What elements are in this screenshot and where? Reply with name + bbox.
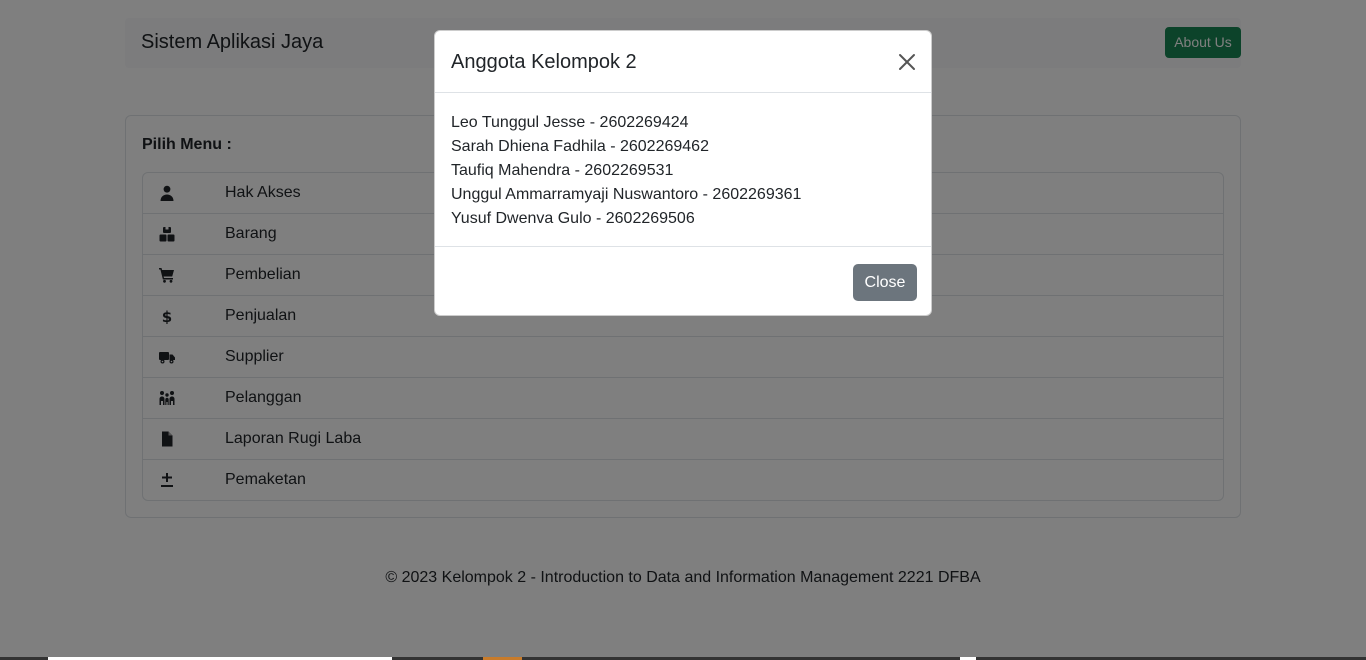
member-row: Sarah Dhiena Fadhila - 2602269462 (451, 138, 709, 155)
member-row: Leo Tunggul Jesse - 2602269424 (451, 114, 689, 131)
modal-header: Anggota Kelompok 2 (435, 31, 931, 93)
page: Sistem Aplikasi Jaya About Us Pilih Menu… (0, 0, 1366, 660)
member-row: Yusuf Dwenva Gulo - 2602269506 (451, 210, 695, 227)
close-icon[interactable] (897, 52, 917, 72)
member-row: Unggul Ammarramyaji Nuswantoro - 2602269… (451, 186, 802, 203)
about-modal: Anggota Kelompok 2 Leo Tunggul Jesse - 2… (434, 30, 932, 316)
modal-body: Leo Tunggul Jesse - 2602269424 Sarah Dhi… (451, 111, 917, 231)
modal-footer: Close (435, 246, 931, 317)
close-button[interactable]: Close (853, 264, 917, 301)
member-row: Taufiq Mahendra - 2602269531 (451, 162, 674, 179)
modal-title: Anggota Kelompok 2 (451, 51, 637, 73)
